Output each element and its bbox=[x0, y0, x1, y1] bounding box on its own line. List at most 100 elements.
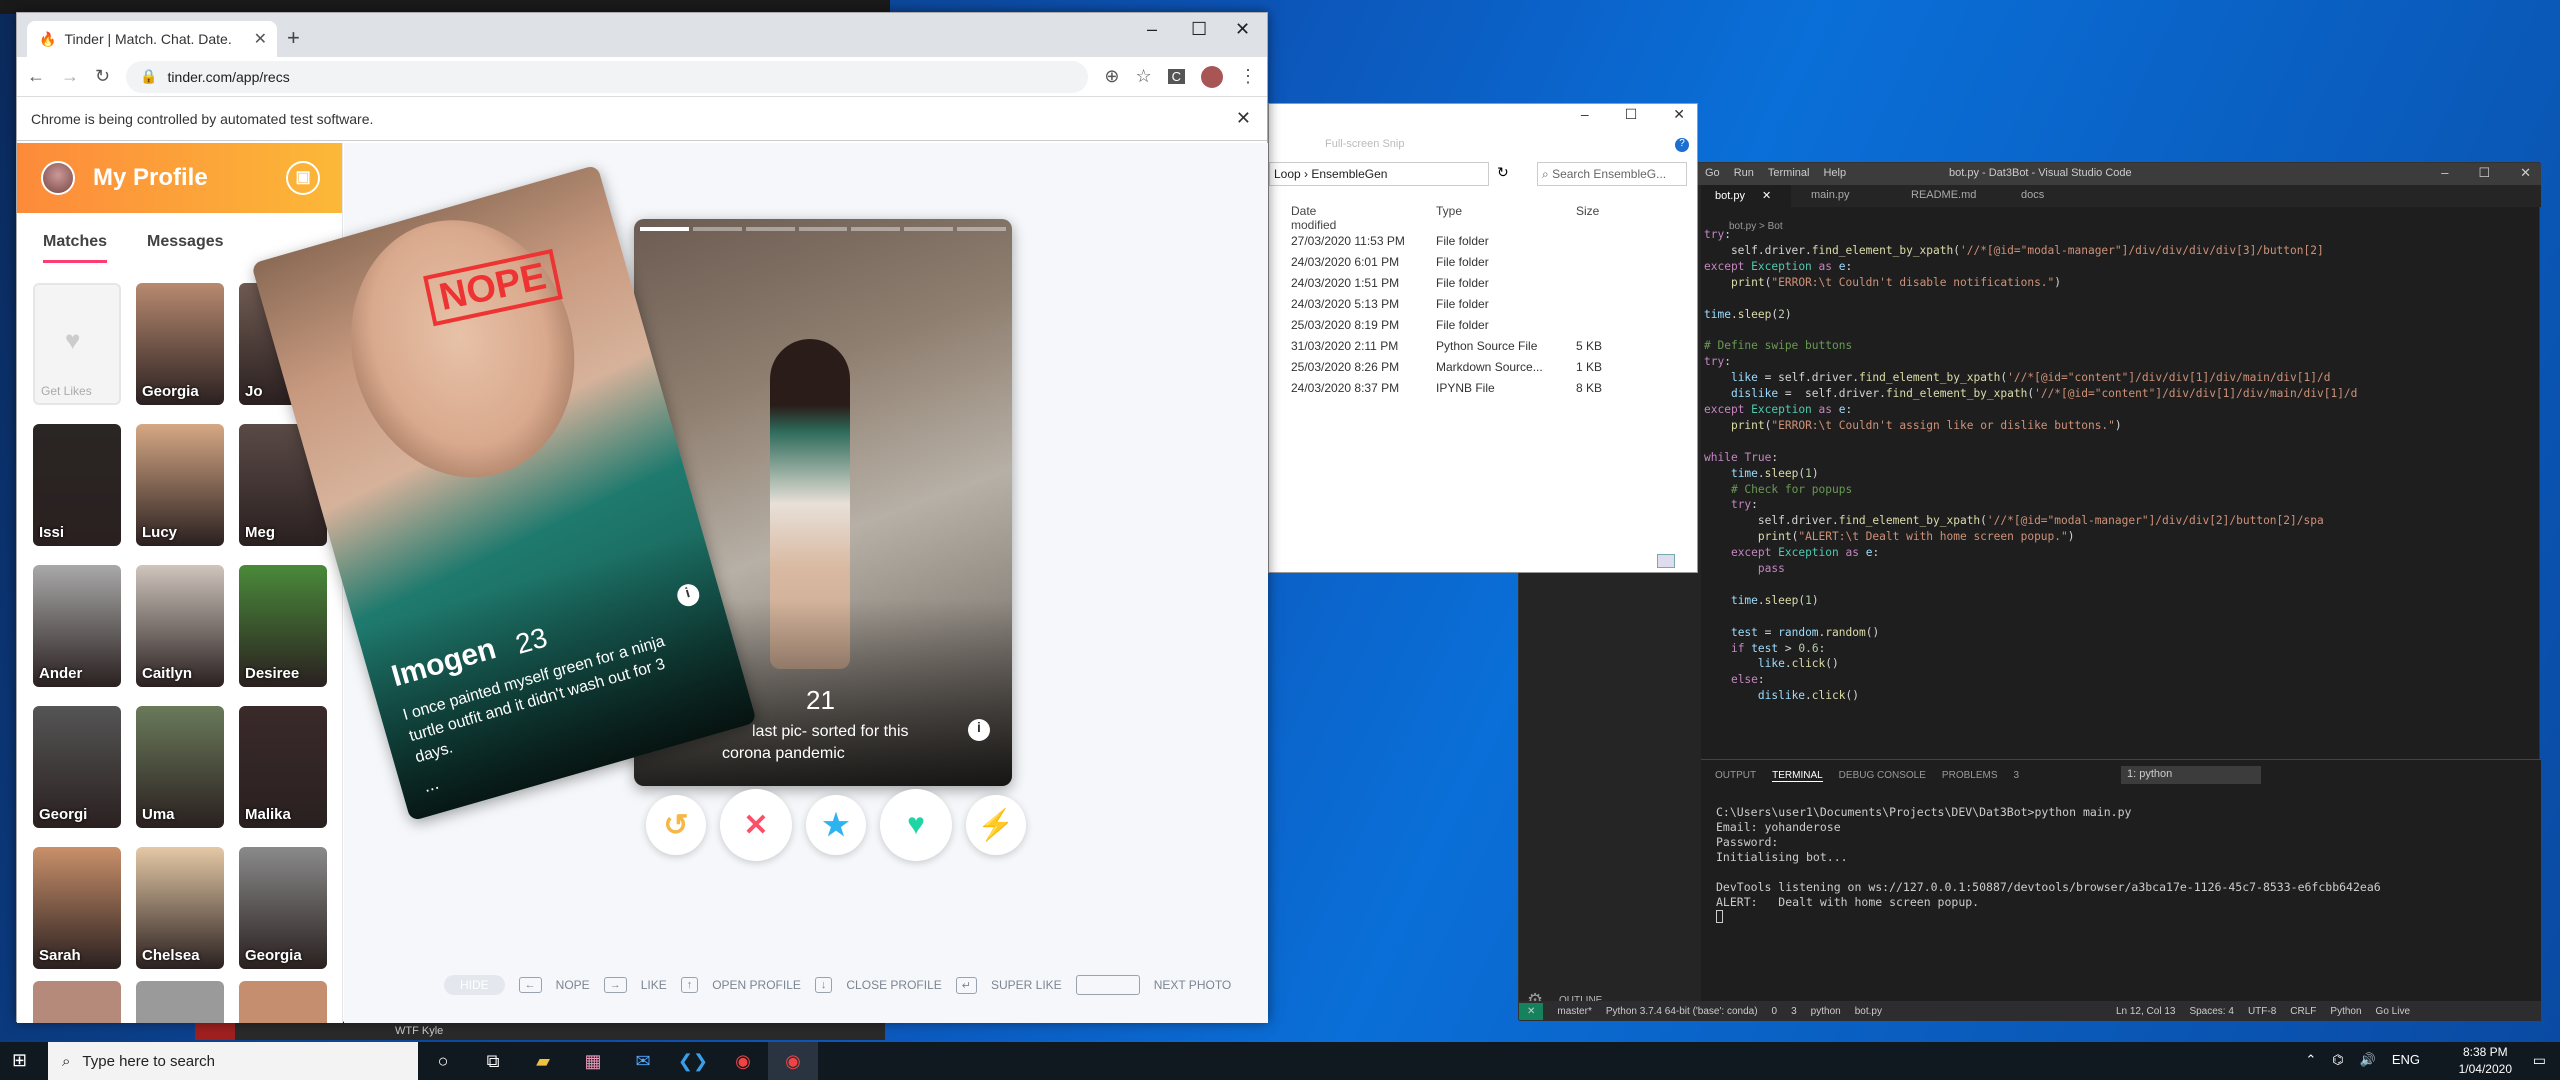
minimize-icon[interactable]: – bbox=[1581, 106, 1589, 123]
eol-status[interactable]: CRLF bbox=[2290, 1006, 2316, 1017]
hide-hints-button[interactable]: HIDE bbox=[444, 975, 505, 995]
forward-icon[interactable]: → bbox=[61, 66, 79, 87]
clock[interactable]: 8:38 PM 1/04/2020 bbox=[2459, 1044, 2512, 1078]
tab-messages[interactable]: Messages bbox=[147, 233, 224, 275]
tab-matches[interactable]: Matches bbox=[43, 233, 108, 263]
reload-icon[interactable]: ↻ bbox=[95, 66, 110, 87]
warnings-count[interactable]: 3 bbox=[1791, 1006, 1797, 1017]
panel-tab-problems[interactable]: PROBLEMS bbox=[1942, 770, 1998, 782]
close-icon[interactable]: ✕ bbox=[1235, 19, 1250, 40]
windows-start-icon[interactable]: ⊞ bbox=[12, 1050, 27, 1071]
match-card[interactable]: Lucy bbox=[136, 424, 224, 546]
menu-terminal[interactable]: Terminal bbox=[1768, 167, 1810, 179]
menu-icon[interactable]: ⋮ bbox=[1239, 66, 1257, 87]
match-card[interactable]: Caitlyn bbox=[136, 565, 224, 687]
menu-help[interactable]: Help bbox=[1823, 167, 1846, 179]
remote-icon[interactable]: ✕ bbox=[1519, 1002, 1544, 1020]
tab-main-py[interactable]: main.py bbox=[1811, 189, 1850, 201]
chrome-icon[interactable]: ◉ bbox=[718, 1042, 768, 1080]
cursor-position[interactable]: Ln 12, Col 13 bbox=[2116, 1006, 2176, 1017]
tab-docs[interactable]: docs bbox=[2021, 189, 2044, 201]
match-card[interactable]: Georgia bbox=[136, 283, 224, 405]
notification-icon[interactable]: ▭ bbox=[2533, 1052, 2546, 1069]
panel-tab-debug[interactable]: DEBUG CONSOLE bbox=[1839, 770, 1926, 782]
browser-tab[interactable]: 🔥 Tinder | Match. Chat. Date. ✕ bbox=[27, 21, 277, 57]
close-banner-icon[interactable]: ✕ bbox=[1236, 108, 1251, 129]
match-card[interactable]: Uma bbox=[136, 706, 224, 828]
super-like-button[interactable]: ★ bbox=[806, 795, 866, 855]
match-card[interactable]: Georgi bbox=[33, 706, 121, 828]
store-icon[interactable]: ▦ bbox=[568, 1042, 618, 1080]
new-tab-icon[interactable]: + bbox=[287, 25, 300, 51]
match-card[interactable]: Issi bbox=[33, 424, 121, 546]
language-indicator[interactable]: ENG bbox=[2392, 1052, 2420, 1068]
encoding-status[interactable]: UTF-8 bbox=[2248, 1006, 2276, 1017]
explorer-search-input[interactable]: ⌕ Search EnsembleG... bbox=[1537, 162, 1687, 186]
chrome-active-icon[interactable]: ◉ bbox=[768, 1042, 818, 1080]
volume-icon[interactable]: 🔊 bbox=[2360, 1052, 2376, 1068]
profile-avatar[interactable] bbox=[1201, 65, 1223, 88]
tray-chevron-icon[interactable]: ⌃ bbox=[2305, 1052, 2316, 1068]
details-view-icon[interactable] bbox=[1657, 554, 1675, 568]
match-card[interactable]: Chelsea bbox=[136, 847, 224, 969]
match-card[interactable]: Sarah bbox=[33, 847, 121, 969]
match-card[interactable]: Desiree bbox=[239, 565, 327, 687]
rewind-button[interactable]: ↺ bbox=[646, 795, 706, 855]
back-icon[interactable]: ← bbox=[27, 66, 45, 87]
profile-header[interactable]: My Profile ▣ bbox=[17, 143, 342, 213]
col-type[interactable]: Type bbox=[1436, 204, 1462, 218]
code-editor[interactable]: try: self.driver.find_element_by_xpath('… bbox=[1704, 227, 2357, 704]
col-date[interactable]: Date modified bbox=[1291, 204, 1336, 232]
python-status[interactable]: Python 3.7.4 64-bit ('base': conda) bbox=[1606, 1006, 1758, 1017]
close-icon[interactable]: ✕ bbox=[2520, 165, 2531, 181]
close-icon[interactable]: ✕ bbox=[1673, 106, 1685, 123]
close-tab-icon[interactable]: ✕ bbox=[254, 29, 267, 49]
language-status[interactable]: Python bbox=[2330, 1006, 2361, 1017]
explorer-breadcrumb[interactable]: Loop › EnsembleGen bbox=[1269, 162, 1489, 186]
help-icon[interactable]: ? bbox=[1675, 138, 1689, 152]
refresh-icon[interactable]: ↻ bbox=[1497, 164, 1509, 181]
nope-button[interactable]: ✕ bbox=[720, 789, 792, 861]
maximize-icon[interactable]: ☐ bbox=[2478, 165, 2490, 181]
menu-go[interactable]: Go bbox=[1705, 167, 1720, 179]
network-icon[interactable]: ⌬ bbox=[2332, 1052, 2343, 1068]
tab-bot-py[interactable]: bot.py ✕ bbox=[1701, 185, 1791, 207]
match-card[interactable]: Georgia bbox=[239, 847, 327, 969]
cortana-icon[interactable]: ○ bbox=[418, 1042, 468, 1080]
task-view-icon[interactable]: ⧉ bbox=[468, 1042, 518, 1080]
terminal-output[interactable]: C:\Users\user1\Documents\Projects\DEV\Da… bbox=[1716, 805, 2381, 923]
star-icon[interactable]: ☆ bbox=[1135, 66, 1151, 87]
extension-icon[interactable]: C bbox=[1167, 69, 1185, 84]
maximize-icon[interactable]: ☐ bbox=[1191, 19, 1207, 40]
minimize-icon[interactable]: – bbox=[1147, 19, 1157, 40]
terminal-select[interactable]: 1: python bbox=[2121, 766, 2261, 784]
briefcase-icon[interactable]: ▣ bbox=[286, 161, 320, 195]
taskbar-search[interactable]: ⌕ Type here to search bbox=[48, 1042, 418, 1080]
location-icon[interactable]: ⊕ bbox=[1104, 66, 1119, 87]
minimize-icon[interactable]: – bbox=[2441, 165, 2448, 181]
menu-run[interactable]: Run bbox=[1734, 167, 1754, 179]
tab-readme[interactable]: README.md bbox=[1911, 189, 1976, 201]
match-card-partial[interactable] bbox=[239, 981, 327, 1023]
boost-button[interactable]: ⚡ bbox=[966, 795, 1026, 855]
match-card[interactable]: Ander bbox=[33, 565, 121, 687]
vscode-icon[interactable]: ❮❯ bbox=[668, 1042, 718, 1080]
profile-title[interactable]: My Profile bbox=[93, 164, 208, 192]
maximize-icon[interactable]: ☐ bbox=[1625, 106, 1638, 123]
get-likes-card[interactable]: ♥ Get Likes bbox=[33, 283, 121, 405]
indent-status[interactable]: Spaces: 4 bbox=[2189, 1006, 2233, 1017]
mail-icon[interactable]: ✉ bbox=[618, 1042, 668, 1080]
avatar[interactable] bbox=[41, 161, 75, 195]
col-size[interactable]: Size bbox=[1576, 204, 1599, 218]
match-card-partial[interactable] bbox=[33, 981, 121, 1023]
match-card-partial[interactable] bbox=[136, 981, 224, 1023]
errors-count[interactable]: 0 bbox=[1772, 1006, 1778, 1017]
match-card[interactable]: Malika bbox=[239, 706, 327, 828]
info-icon[interactable]: i bbox=[968, 719, 990, 741]
go-live-button[interactable]: Go Live bbox=[2376, 1006, 2410, 1017]
branch-status[interactable]: master* bbox=[1557, 1006, 1591, 1017]
like-button[interactable]: ♥ bbox=[880, 789, 952, 861]
url-input[interactable]: 🔒 tinder.com/app/recs bbox=[126, 60, 1089, 93]
panel-tab-terminal[interactable]: TERMINAL bbox=[1772, 770, 1823, 782]
file-explorer-icon[interactable]: ▰ bbox=[518, 1042, 568, 1080]
